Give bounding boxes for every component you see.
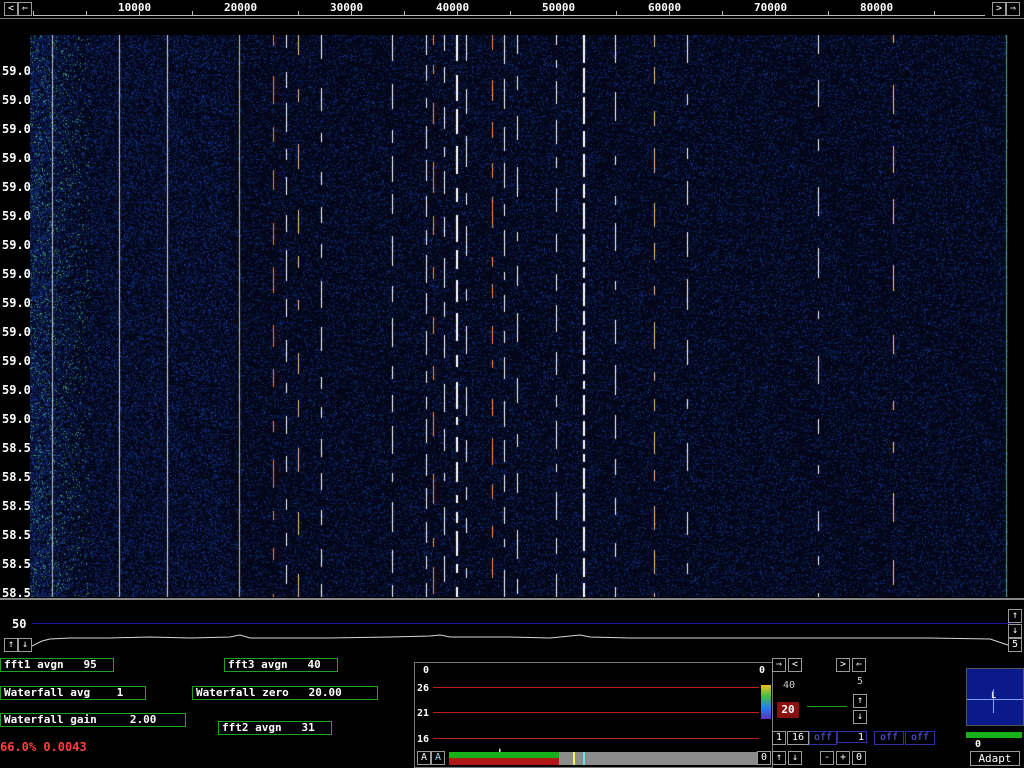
spectrum-ref-line: [32, 623, 1010, 624]
aux-up2-button[interactable]: ↑: [772, 751, 786, 765]
spectrum-scale-value[interactable]: 5: [1008, 638, 1022, 652]
baseband-level-16: 16: [417, 734, 430, 745]
aux-down2-button[interactable]: ↓: [788, 751, 802, 765]
frequency-scale-bar: < ⇐ 10000 20000 30000 40000 50000 60000 …: [0, 0, 1024, 19]
baseband-window[interactable]: 0 0 26 21 16 + A A 0: [414, 662, 773, 768]
baseband-a-button[interactable]: A: [417, 751, 431, 765]
aux-plus-button[interactable]: +: [836, 751, 850, 765]
aux-zero-button[interactable]: 0: [852, 751, 866, 765]
spectrum-scale-down-button[interactable]: ↓: [1008, 624, 1022, 638]
ref-line-26: [433, 687, 759, 688]
aux-down-button[interactable]: ↓: [853, 710, 867, 724]
aux-prev-button[interactable]: ⇐: [852, 658, 866, 672]
aux-num-1b[interactable]: 1: [837, 731, 867, 743]
spectrum-down-button[interactable]: ↓: [18, 638, 32, 652]
aux-num-16[interactable]: 16: [787, 731, 809, 745]
baseband-a2-button[interactable]: A: [431, 751, 445, 765]
aux-off-3[interactable]: off: [905, 731, 935, 745]
aux-level-5: 5: [857, 676, 864, 687]
waterfall-avg-box[interactable]: Waterfall avg 1: [0, 686, 146, 700]
adapt-button[interactable]: Adapt: [970, 751, 1020, 766]
waterfall-canvas[interactable]: [30, 35, 1008, 597]
scroll-left-fast-button[interactable]: ⇐: [18, 2, 32, 16]
aux-level-40: 40: [783, 680, 796, 691]
scroll-left-button[interactable]: <: [4, 2, 18, 16]
divider: [0, 598, 1024, 600]
waterfall-zero-box[interactable]: Waterfall zero 20.00: [192, 686, 378, 700]
freq-label-60000: 60000: [648, 1, 682, 14]
spectrum-panel: 50 ↑ ↓ ↑ ↓ 5: [0, 601, 1024, 655]
freq-label-30000: 30000: [330, 1, 364, 14]
aux-num-1[interactable]: 1: [772, 731, 786, 745]
freq-label-70000: 70000: [754, 1, 788, 14]
baseband-bar: [449, 752, 757, 765]
spectrum-trace: [30, 634, 1009, 648]
baseband-right-value: 0: [759, 665, 766, 676]
waterfall-gain-box[interactable]: Waterfall gain 2.00: [0, 713, 186, 727]
s-meter-bar: [966, 732, 1022, 738]
status-text: 66.0% 0.0043: [0, 740, 87, 754]
spectrum-up-button[interactable]: ↑: [4, 638, 18, 652]
fft3-avgn-box[interactable]: fft3 avgn 40: [224, 658, 338, 672]
s-meter: L: [966, 668, 1024, 726]
scroll-right-button[interactable]: >: [992, 2, 1006, 16]
freq-label-40000: 40000: [436, 1, 470, 14]
aux-minus-button[interactable]: -: [820, 751, 834, 765]
color-scale: [761, 685, 771, 719]
fft1-avgn-box[interactable]: fft1 avgn 95: [0, 658, 114, 672]
baseband-left-value: 0: [423, 665, 430, 676]
aux-off-2[interactable]: off: [874, 731, 904, 745]
aux-off-1[interactable]: off: [809, 731, 837, 745]
spectrum-level-label: 50: [12, 617, 27, 631]
aux-up-button[interactable]: ↑: [853, 694, 867, 708]
waterfall-display[interactable]: [30, 35, 1008, 597]
s-meter-value: 0: [975, 739, 982, 750]
aux-next-button[interactable]: >: [836, 658, 850, 672]
aux-panel: ⇒ < > ⇐ 40 5 20 ↑ ↓ 1 16 off 1 ↑ ↓ - + 0: [771, 656, 869, 768]
baseband-zero-button[interactable]: 0: [757, 751, 771, 765]
freq-label-80000: 80000: [860, 1, 894, 14]
s-meter-marker: L: [991, 691, 997, 701]
fft2-avgn-box[interactable]: fft2 avgn 31: [218, 721, 332, 735]
baseband-level-21: 21: [417, 708, 430, 719]
aux-left-button[interactable]: <: [788, 658, 802, 672]
aux-value-20[interactable]: 20: [777, 702, 799, 718]
ref-line-16: [433, 738, 759, 739]
freq-label-20000: 20000: [224, 1, 258, 14]
aux-right-button[interactable]: ⇒: [772, 658, 786, 672]
baseband-level-26: 26: [417, 683, 430, 694]
freq-label-50000: 50000: [542, 1, 576, 14]
scroll-right-fast-button[interactable]: ⇒: [1006, 2, 1020, 16]
frequency-ruler: 10000 20000 30000 40000 50000 60000 7000…: [33, 1, 985, 16]
ref-line-21: [433, 712, 759, 713]
freq-label-10000: 10000: [118, 1, 152, 14]
spectrum-scale-up-button[interactable]: ↑: [1008, 609, 1022, 623]
